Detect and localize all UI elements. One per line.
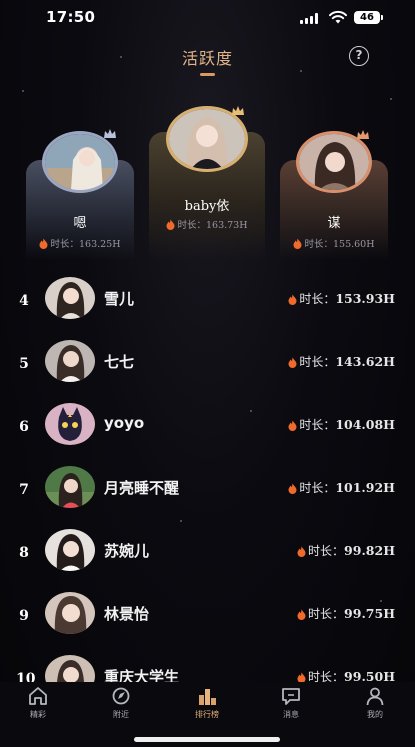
flame-icon — [166, 219, 175, 230]
rank-duration: 时长：99.82H — [297, 542, 395, 559]
nearby-icon — [112, 687, 130, 705]
duration-value: 163.73H — [205, 220, 248, 231]
rank-row[interactable]: 7 月亮睡不醒 时长：101.92H — [0, 463, 415, 519]
duration-value: 163.25H — [78, 239, 121, 250]
avatar-rank-2[interactable] — [42, 131, 118, 193]
nav-label: 排行榜 — [195, 710, 219, 719]
podium-name-rank-2: 嗯 — [73, 216, 87, 231]
nav-label: 附近 — [113, 710, 129, 719]
flame-icon — [288, 483, 297, 494]
star-decoration — [300, 70, 302, 72]
rank-duration: 时长：143.62H — [288, 353, 395, 370]
rank-duration: 时长：104.08H — [288, 416, 395, 433]
avatar[interactable] — [45, 592, 95, 634]
duration-value: 153.93H — [335, 291, 395, 306]
flame-icon — [288, 420, 297, 431]
avatar[interactable] — [45, 340, 95, 382]
nav-item-messages[interactable]: 消息 — [261, 686, 321, 720]
podium-name-rank-1: baby依 — [184, 199, 230, 214]
profile-icon — [366, 687, 384, 706]
wifi-icon — [329, 10, 347, 24]
duration-value: 143.62H — [335, 354, 395, 369]
rank-duration: 时长：99.75H — [297, 605, 395, 622]
nav-label: 消息 — [283, 710, 299, 719]
flame-icon — [288, 294, 297, 305]
battery-icon: 46 — [354, 11, 383, 24]
rank-name: 七七 — [104, 353, 135, 371]
home-indicator[interactable] — [134, 737, 280, 742]
nav-label: 我的 — [367, 710, 383, 719]
avatar[interactable] — [45, 529, 95, 571]
avatar[interactable] — [45, 403, 95, 445]
ranking-icon — [199, 689, 216, 705]
question-circle-icon[interactable]: ? — [349, 46, 369, 66]
nav-item-ranking[interactable]: 排行榜 — [177, 686, 237, 720]
podium-duration-rank-2: 时长：163.25H — [26, 236, 134, 250]
duration-label: 时长： — [299, 418, 336, 432]
duration-label: 时长： — [308, 607, 345, 621]
ranking-screen: 17:50 46 活跃度 ? 嗯 baby依 谋 时长：163.25H 时长：1… — [0, 0, 415, 747]
rank-duration: 时长：153.93H — [288, 290, 395, 307]
duration-value: 104.08H — [335, 417, 395, 432]
rank-duration: 时长：101.92H — [288, 479, 395, 496]
crown-icon — [357, 130, 369, 139]
duration-label: 时长： — [50, 239, 79, 250]
duration-label: 时长： — [299, 292, 336, 306]
duration-value: 155.60H — [332, 239, 375, 250]
home-icon — [29, 687, 47, 705]
duration-label: 时长： — [299, 481, 336, 495]
avatar[interactable] — [45, 277, 95, 319]
rank-row[interactable]: 4 雪儿 时长：153.93H — [0, 274, 415, 330]
rank-number: 6 — [19, 419, 29, 435]
duration-label: 时长： — [304, 239, 333, 250]
flame-icon — [293, 238, 302, 249]
avatar[interactable] — [45, 466, 95, 508]
rank-name: 苏婉儿 — [104, 542, 150, 560]
star-decoration — [180, 520, 182, 522]
rank-number: 4 — [19, 293, 29, 309]
podium-duration-rank-3: 时长：155.60H — [280, 236, 388, 250]
status-bar: 17:50 46 — [0, 0, 415, 36]
flame-icon — [297, 546, 306, 557]
flame-icon — [39, 238, 48, 249]
podium-duration-rank-1: 时长：163.73H — [149, 217, 265, 231]
duration-value: 99.82H — [344, 543, 395, 558]
nav-item-profile[interactable]: 我的 — [345, 686, 405, 720]
podium-name-rank-3: 谋 — [327, 216, 341, 231]
duration-value: 99.75H — [344, 606, 395, 621]
duration-label: 时长： — [308, 544, 345, 558]
flame-icon — [297, 609, 306, 620]
nav-item-nearby[interactable]: 附近 — [91, 686, 151, 720]
rank-row[interactable]: 9 林景怡 时长：99.75H — [0, 589, 415, 645]
nav-item-home[interactable]: 精彩 — [8, 686, 68, 720]
rank-row[interactable]: 6 yoyo 时长：104.08H — [0, 400, 415, 456]
rank-name: 月亮睡不醒 — [104, 479, 180, 497]
duration-label: 时长： — [299, 355, 336, 369]
nav-label: 精彩 — [30, 710, 46, 719]
crown-icon — [232, 106, 244, 115]
star-decoration — [22, 90, 24, 92]
rank-row[interactable]: 5 七七 时长：143.62H — [0, 337, 415, 393]
message-icon — [282, 688, 300, 705]
rank-name: 雪儿 — [104, 290, 135, 308]
rank-name: 林景怡 — [104, 605, 150, 623]
rank-number: 7 — [19, 482, 29, 498]
duration-label: 时长： — [177, 220, 206, 231]
status-time: 17:50 — [46, 8, 96, 26]
rank-name: yoyo — [104, 414, 145, 432]
star-decoration — [390, 98, 392, 100]
crown-icon — [104, 129, 116, 138]
rank-number: 8 — [19, 545, 29, 561]
rank-number: 5 — [19, 356, 29, 372]
flame-icon — [288, 357, 297, 368]
title-underline — [200, 73, 215, 76]
duration-value: 101.92H — [335, 480, 395, 495]
rank-number: 9 — [19, 608, 29, 624]
rank-row[interactable]: 8 苏婉儿 时长：99.82H — [0, 526, 415, 582]
cellular-signal-icon — [300, 13, 320, 24]
